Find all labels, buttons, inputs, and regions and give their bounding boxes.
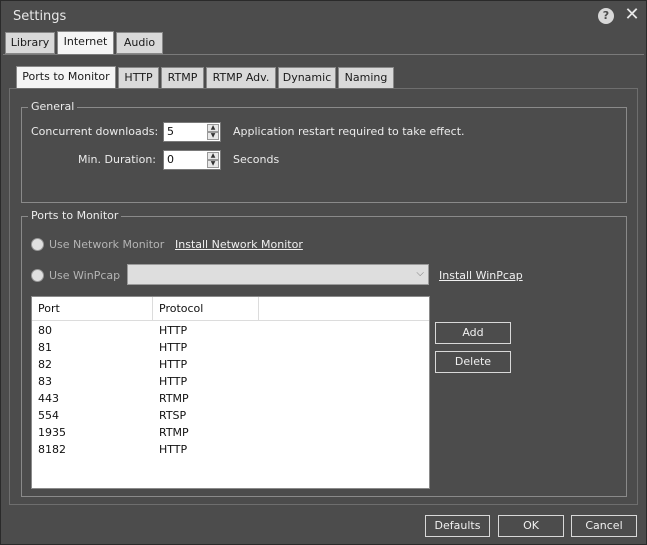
port-cell: 1935 [38,426,66,439]
close-icon[interactable]: ✕ [623,5,641,25]
table-row[interactable]: 80 HTTP [32,323,429,340]
winpcap-radio[interactable] [31,269,44,282]
concurrent-downloads-value: 5 [167,125,174,138]
table-row[interactable]: 83 HTTP [32,374,429,391]
port-cell: 83 [38,375,52,388]
settings-window: Settings ? ✕ Library Internet Audio Port… [0,0,647,545]
protocol-cell: HTTP [159,443,188,456]
tab-library[interactable]: Library [5,32,55,54]
protocol-cell: HTTP [159,358,188,371]
tab-http[interactable]: HTTP [118,67,159,89]
tab-ports-to-monitor[interactable]: Ports to Monitor [16,66,116,89]
tab-rtmp[interactable]: RTMP [161,67,204,89]
tab-divider [3,54,644,55]
table-row[interactable]: 1935 RTMP [32,425,429,442]
table-row[interactable]: 8182 HTTP [32,442,429,459]
title-bar: Settings ? ✕ [1,1,646,31]
port-cell: 80 [38,324,52,337]
delete-port-button[interactable]: Delete [435,351,511,373]
port-cell: 8182 [38,443,66,456]
ok-button[interactable]: OK [498,515,564,537]
network-monitor-label: Use Network Monitor [49,238,165,251]
cancel-button[interactable]: Cancel [571,515,637,537]
port-cell: 81 [38,341,52,354]
ports-table[interactable]: Port Protocol 80 HTTP 81 HTTP 82 HTTP 83… [31,296,430,489]
protocol-cell: HTTP [159,375,188,388]
spin-down-icon[interactable]: ▼ [207,132,219,140]
tab-dynamic[interactable]: Dynamic [278,67,336,89]
min-duration-label: Min. Duration: [78,153,156,166]
table-row[interactable]: 443 RTMP [32,391,429,408]
port-cell: 554 [38,409,59,422]
spin-up-icon[interactable]: ▲ [207,124,219,132]
restart-note: Application restart required to take eff… [233,125,465,138]
table-row[interactable]: 81 HTTP [32,340,429,357]
port-cell: 82 [38,358,52,371]
min-duration-stepper[interactable]: 0 ▲ ▼ [163,150,221,170]
tab-rtmp-adv[interactable]: RTMP Adv. [206,67,276,89]
network-monitor-radio[interactable] [31,238,44,251]
window-title: Settings [13,9,67,24]
column-header-protocol[interactable]: Protocol [153,297,259,321]
protocol-cell: RTSP [159,409,187,422]
install-winpcap-link[interactable]: Install WinPcap [439,269,523,282]
table-header: Port Protocol [32,297,429,321]
protocol-cell: HTTP [159,341,188,354]
winpcap-label: Use WinPcap [49,269,121,282]
protocol-cell: RTMP [159,426,189,439]
protocol-cell: HTTP [159,324,188,337]
table-row[interactable]: 554 RTSP [32,408,429,425]
add-port-button[interactable]: Add [435,322,511,344]
tab-audio[interactable]: Audio [116,32,163,54]
spin-down-icon[interactable]: ▼ [207,160,219,168]
ports-legend: Ports to Monitor [28,209,122,222]
tab-naming[interactable]: Naming [338,67,394,89]
concurrent-downloads-stepper[interactable]: 5 ▲ ▼ [163,122,221,142]
winpcap-adapter-select[interactable]: ⌵ [127,264,429,285]
defaults-button[interactable]: Defaults [425,515,490,537]
help-icon[interactable]: ? [598,8,614,24]
port-cell: 443 [38,392,59,405]
install-network-monitor-link[interactable]: Install Network Monitor [175,238,303,251]
concurrent-downloads-label: Concurrent downloads: [31,125,159,138]
chevron-down-icon: ⌵ [416,268,424,279]
seconds-label: Seconds [233,153,280,166]
table-row[interactable]: 82 HTTP [32,357,429,374]
tab-internet[interactable]: Internet [57,31,114,55]
spin-up-icon[interactable]: ▲ [207,152,219,160]
min-duration-value: 0 [167,153,174,166]
general-legend: General [28,100,78,113]
column-header-port[interactable]: Port [32,297,153,321]
protocol-cell: RTMP [159,392,189,405]
